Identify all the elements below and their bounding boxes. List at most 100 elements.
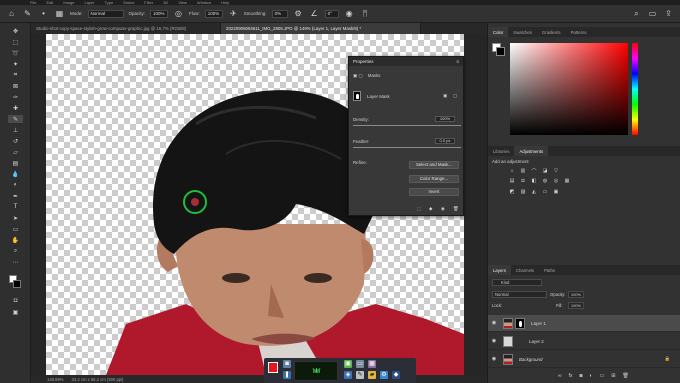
app-icon[interactable]: ◆ [392,371,400,379]
blur-tool-icon[interactable]: 💧 [8,170,23,178]
color-range-button[interactable]: Color Range... [409,175,459,183]
invert-icon[interactable]: ◩ [508,189,516,195]
layer-opacity-field[interactable]: 100% [568,291,584,298]
move-tool-icon[interactable]: ✥ [8,27,23,35]
pixel-mask-icon[interactable]: ▣ [353,73,357,78]
panel-menu-icon[interactable]: ≡ [456,59,459,64]
exposure-icon[interactable]: ◪ [541,168,549,174]
color-picker-field[interactable] [510,43,628,135]
invert-button[interactable]: Invert [409,188,459,196]
load-selection-icon[interactable]: ⬚ [417,206,421,212]
add-mask-icon[interactable]: ◙ [579,373,582,379]
brush-preset-icon[interactable]: • [38,8,49,19]
select-and-mask-button[interactable]: Select and Mask... [409,161,459,169]
photo-filter-icon[interactable]: ◍ [541,178,549,184]
visibility-icon[interactable]: ◉ [441,206,445,212]
mode-select[interactable]: Normal [87,9,124,18]
pause-icon[interactable]: ❚ [283,371,291,379]
shield-icon[interactable]: ◈ [344,371,352,379]
smoothing-gear-icon[interactable]: ⚙ [293,8,304,19]
brush-settings-icon[interactable]: ▦ [54,8,65,19]
marquee-tool-icon[interactable]: ⬚ [8,38,23,46]
opacity-field[interactable]: 100% [150,9,169,18]
curves-icon[interactable]: ⌒ [530,168,538,175]
vector-mask-icon[interactable]: ▢ [358,73,362,78]
quick-mask-icon[interactable]: ◘ [8,297,23,305]
new-group-icon[interactable]: ▭ [600,373,605,379]
density-field[interactable]: 100% [435,116,455,122]
smoothing-field[interactable]: 0% [271,9,288,18]
apply-mask-icon[interactable]: ▣ [443,93,447,99]
frame-tool-icon[interactable]: ⊠ [8,82,23,90]
brightness-icon[interactable]: ☼ [508,168,516,174]
dodge-tool-icon[interactable]: ◐ [8,181,23,189]
fill-field[interactable]: 100% [568,302,584,309]
color-background-swatch[interactable] [496,47,505,56]
pen-icon[interactable]: ✎ [356,371,364,379]
visibility-eye-icon[interactable]: ◉ [488,338,500,344]
hue-slider[interactable] [632,43,638,135]
eyedropper-tool-icon[interactable]: ✑ [8,93,23,101]
gradient-tool-icon[interactable]: ▤ [8,159,23,167]
share-icon[interactable]: ⇪ [663,8,674,19]
shape-tool-icon[interactable]: ▭ [8,225,23,233]
path-select-tool-icon[interactable]: ➤ [8,214,23,222]
grid-app-icon[interactable]: ▦ [368,360,376,368]
clone-stamp-tool-icon[interactable]: ⊥ [8,126,23,134]
background-color-swatch[interactable] [13,280,21,288]
camera-icon[interactable]: ◙ [283,360,291,368]
properties-header[interactable]: Properties ≡ [349,57,463,66]
brush-tool-icon[interactable]: ✎ [22,8,33,19]
color-balance-icon[interactable]: ⚖ [519,178,527,184]
quick-select-tool-icon[interactable]: ✦ [8,60,23,68]
zoom-level[interactable]: 148.89% [47,377,64,382]
vector-add-icon[interactable]: ▢ [453,93,457,99]
pressure-size-icon[interactable]: ◉ [344,8,355,19]
delete-mask-icon[interactable]: 🗑 [453,206,459,212]
layer-style-icon[interactable]: fx [569,373,573,379]
levels-icon[interactable]: ▥ [519,168,527,174]
angle-field[interactable]: 0° [324,9,339,18]
tab-gradients[interactable]: Gradients [537,27,566,37]
filter-kind-select[interactable]: Kind [492,279,542,286]
flow-field[interactable]: 100% [204,9,223,18]
brush-tool-icon[interactable]: ✎ [8,115,23,123]
type-tool-icon[interactable]: T [8,203,23,211]
apply-icon[interactable]: ◆ [429,206,432,212]
layer-row-background[interactable]: ◉ Background 🔒 [488,351,680,368]
layer-row-layer-1[interactable]: ◉ Layer 1 [488,315,680,332]
feather-field[interactable]: 0.0 px [435,138,455,144]
link-layers-icon[interactable]: ∞ [558,373,562,379]
tab-document-2[interactable]: 20220906094611_IMG_2805.JPG @ 149% (Laye… [221,23,421,34]
visibility-eye-icon[interactable]: ◉ [488,320,500,326]
layer-row-layer-2[interactable]: ◉ Layer 2 [488,333,680,350]
vibrance-icon[interactable]: ▽ [552,168,560,174]
pen-tool-icon[interactable]: ✒ [8,192,23,200]
settings-icon[interactable]: ⚙ [380,371,388,379]
symmetry-icon[interactable]: ᛗ [360,8,371,19]
airbrush-icon[interactable]: ✈ [228,8,239,19]
history-brush-tool-icon[interactable]: ↺ [8,137,23,145]
green-app-icon[interactable]: ▣ [344,360,352,368]
tab-patterns[interactable]: Patterns [566,27,592,37]
pressure-opacity-icon[interactable]: ◎ [173,8,184,19]
posterize-icon[interactable]: ▨ [519,189,527,195]
blend-mode-select[interactable]: Normal [492,291,547,298]
threshold-icon[interactable]: ◭ [530,189,538,195]
tab-channels[interactable]: Channels [511,265,539,275]
more-tools-icon[interactable]: ⋯ [8,258,23,266]
screen-mode-icon[interactable]: ▣ [8,308,23,316]
tab-adjustments[interactable]: Adjustments [514,146,549,156]
density-slider[interactable] [353,125,461,126]
selective-color-icon[interactable]: ▣ [552,189,560,195]
delete-layer-icon[interactable]: 🗑 [622,373,628,379]
window-icon[interactable]: ▭ [356,360,364,368]
workspace-icon[interactable]: ▭ [647,8,658,19]
zoom-tool-icon[interactable]: ⌕ [8,247,23,255]
new-layer-icon[interactable]: ⊞ [611,373,615,379]
lasso-tool-icon[interactable]: ➰ [8,49,23,57]
tab-layers[interactable]: Layers [488,265,511,275]
layer-mask-thumbnail[interactable] [515,317,525,329]
lock-icon[interactable]: 🔒 [665,356,670,362]
healing-tool-icon[interactable]: ✚ [8,104,23,112]
